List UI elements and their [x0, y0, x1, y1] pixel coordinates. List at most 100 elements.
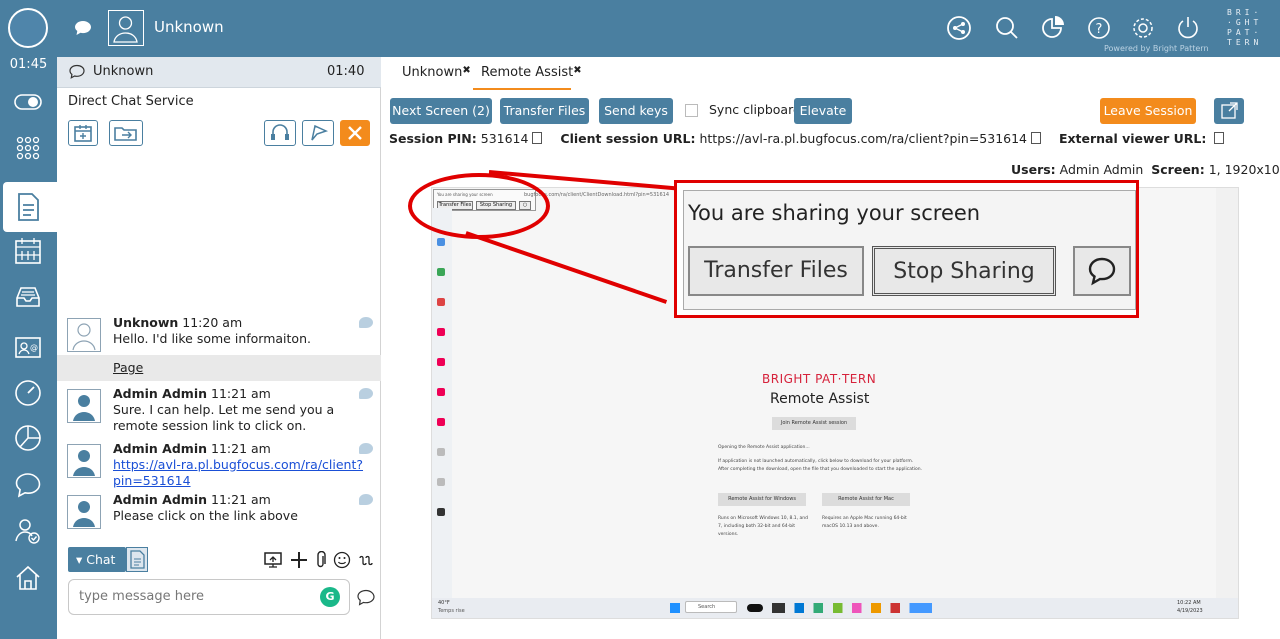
- agent-status-button[interactable]: [8, 8, 48, 48]
- zoom-transfer-files-button: Transfer Files: [688, 246, 864, 296]
- elevate-button[interactable]: Elevate: [794, 98, 852, 124]
- co-browse-icon[interactable]: [357, 551, 375, 569]
- agent-avatar: [67, 444, 101, 478]
- settings-gear-icon[interactable]: [1130, 15, 1156, 41]
- agent-avatar: [67, 495, 101, 529]
- close-tab-icon[interactable]: ✖: [573, 65, 581, 76]
- emoji-icon[interactable]: [333, 551, 351, 569]
- active-tab-indicator: [473, 88, 571, 90]
- chat-mode-dropdown[interactable]: ▾ Chat: [68, 547, 126, 572]
- contact-avatar: [108, 10, 144, 46]
- chat-icon[interactable]: [14, 471, 42, 499]
- share-icon[interactable]: [946, 15, 972, 41]
- close-tab-icon[interactable]: ✖: [462, 65, 470, 76]
- transfer-folder-button[interactable]: [109, 120, 143, 146]
- message-status-icon: [359, 443, 373, 454]
- remote-mac-button[interactable]: Remote Assist for Mac: [822, 493, 910, 506]
- windows-start-icon: [670, 603, 680, 613]
- document-icon[interactable]: [14, 192, 42, 222]
- gauge-icon[interactable]: [14, 379, 42, 407]
- page-label[interactable]: Page: [113, 360, 143, 375]
- session-link[interactable]: https://avl-ra.pl.bugfocus.com/ra/client…: [113, 457, 363, 488]
- headset-button[interactable]: [264, 120, 296, 146]
- remote-search: Search: [685, 601, 737, 613]
- transfer-files-button[interactable]: Transfer Files: [500, 98, 589, 124]
- top-bar: Unknown ? BRI· ·GHT PAT· TERN Powered by Br…: [0, 0, 1280, 57]
- chat-bubble-icon: [69, 64, 85, 79]
- next-screen-button[interactable]: Next Screen (2): [390, 98, 492, 124]
- send-keys-button[interactable]: Send keys: [599, 98, 673, 124]
- inbox-icon[interactable]: [14, 282, 42, 310]
- add-icon[interactable]: [290, 551, 308, 569]
- help-icon[interactable]: ?: [1086, 15, 1112, 41]
- service-name: Direct Chat Service: [68, 94, 194, 109]
- chat-bubble-icon[interactable]: [74, 20, 92, 36]
- users-screen-info: Users: Admin Admin Screen: 1, 1920x1080: [1011, 162, 1280, 177]
- open-external-button[interactable]: [1214, 98, 1244, 124]
- reports-pie-icon[interactable]: [14, 424, 42, 452]
- contact-name: Unknown: [154, 18, 224, 36]
- screen-value: 1, 1920x1080: [1208, 162, 1280, 177]
- close-chat-button[interactable]: [340, 120, 370, 146]
- message-text: Please click on the link above: [113, 508, 298, 523]
- remote-assist-area: Unknown✖ Remote Assist✖ Next Screen (2) …: [381, 57, 1280, 639]
- chat-panel: Unknown 01:40 Direct Chat Service Unknow…: [57, 57, 381, 639]
- session-pin: 531614: [480, 131, 529, 146]
- join-session-button[interactable]: Join Remote Assist session: [772, 417, 856, 430]
- agent-avatar: [67, 389, 101, 423]
- page-separator: Page: [57, 355, 381, 381]
- remote-right-sidebar: [1216, 188, 1238, 598]
- message-author: Admin Admin: [113, 386, 208, 401]
- bright-pattern-logo: BRI· ·GHT PAT· TERN: [1227, 8, 1263, 47]
- tab-remote-assist[interactable]: Remote Assist✖: [481, 65, 582, 80]
- leave-session-button[interactable]: Leave Session: [1100, 98, 1196, 124]
- sync-clipboard-label: Sync clipboard: [709, 102, 801, 117]
- contact-card-icon[interactable]: @: [14, 334, 42, 360]
- remote-title: Remote Assist: [770, 391, 870, 407]
- calendar-icon[interactable]: [14, 237, 42, 265]
- attach-icon[interactable]: [315, 551, 327, 569]
- user-check-icon[interactable]: [14, 517, 42, 545]
- message-input[interactable]: type message here: [68, 579, 350, 615]
- screen-share-icon[interactable]: [263, 551, 283, 569]
- message-author: Admin Admin: [113, 441, 208, 456]
- message-author: Unknown: [113, 315, 179, 330]
- status-timer: 01:45: [9, 57, 48, 72]
- chat-header-name: Unknown: [93, 64, 154, 79]
- message-time: 11:21 am: [211, 492, 271, 507]
- customer-avatar: [67, 318, 101, 352]
- chat-header: Unknown 01:40: [57, 57, 381, 88]
- pie-chart-icon[interactable]: [1040, 15, 1066, 41]
- message-text: Hello. I'd like some informaiton.: [113, 331, 311, 346]
- search-icon[interactable]: [994, 15, 1020, 41]
- toggle-icon[interactable]: [14, 93, 42, 111]
- session-info-row: Session PIN: 531614 Client session URL: …: [389, 131, 1230, 146]
- highlight-oval: [408, 173, 550, 239]
- message-status-icon: [359, 388, 373, 399]
- copy-icon[interactable]: [1214, 132, 1225, 144]
- calendar-button[interactable]: [68, 120, 98, 146]
- copy-icon[interactable]: [532, 132, 543, 144]
- send-icon[interactable]: [357, 589, 375, 606]
- remote-taskbar: 40°F Temps rise Search 10:22 AM 4/19/202…: [432, 598, 1238, 618]
- tab-unknown[interactable]: Unknown✖: [402, 65, 471, 80]
- powered-by-text: Powered by Bright Pattern: [1104, 44, 1209, 53]
- grammarly-icon[interactable]: G: [320, 587, 340, 607]
- message-status-icon: [359, 494, 373, 505]
- home-icon[interactable]: [14, 564, 42, 592]
- sync-clipboard-checkbox[interactable]: [685, 104, 698, 117]
- copy-icon[interactable]: [1031, 132, 1042, 144]
- remote-browser-sidebar: [432, 208, 452, 598]
- power-icon[interactable]: [1175, 15, 1201, 41]
- message-time: 11:20 am: [182, 315, 243, 330]
- users-value: Admin Admin: [1059, 162, 1144, 177]
- flag-button[interactable]: [302, 120, 334, 146]
- zoomed-sharing-bar: You are sharing your screen Transfer Fil…: [674, 180, 1139, 318]
- svg-text:@: @: [30, 343, 38, 352]
- left-nav-rail: 01:45 @: [0, 57, 57, 639]
- client-session-url: https://avl-ra.pl.bugfocus.com/ra/client…: [699, 131, 1028, 146]
- dialpad-icon[interactable]: [14, 134, 42, 162]
- remote-windows-button[interactable]: Remote Assist for Windows: [718, 493, 806, 506]
- document-toggle-button[interactable]: [126, 547, 148, 572]
- message-status-icon: [359, 317, 373, 328]
